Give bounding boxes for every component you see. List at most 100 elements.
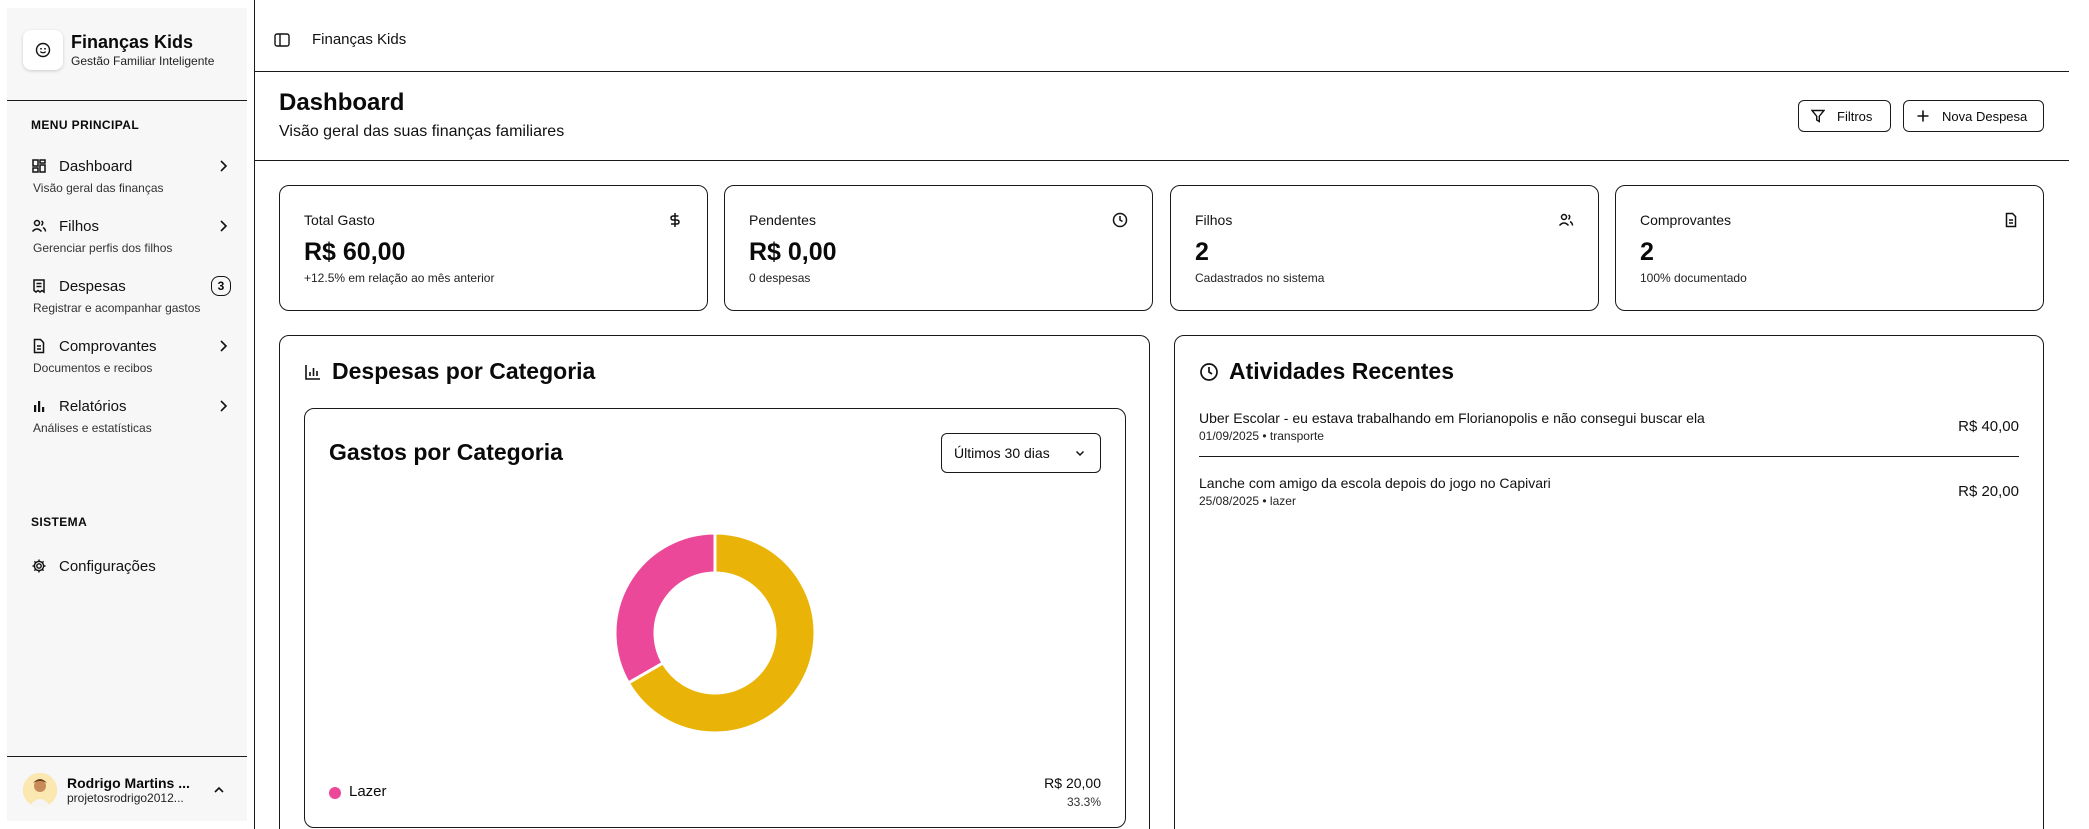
- stat-value: 2: [1640, 238, 1654, 266]
- sidebar-toggle-icon[interactable]: [273, 31, 291, 49]
- donut-slice-lazer[interactable]: [613, 531, 717, 686]
- stat-value: 2: [1195, 238, 1209, 266]
- activity-meta: 01/09/2025 • transporte: [1199, 429, 1324, 443]
- stat-title: Total Gasto: [304, 212, 375, 228]
- sidebar-item-label: Dashboard: [59, 157, 133, 175]
- activity-panel-title-text: Atividades Recentes: [1229, 358, 1454, 384]
- sidebar-item-comprovantes[interactable]: Comprovantes Documentos e recibos: [31, 334, 231, 382]
- category-donut-chart: [613, 531, 817, 735]
- dashboard-icon: [31, 158, 47, 174]
- plus-icon: [1917, 110, 1929, 122]
- file-icon: [31, 338, 47, 354]
- activity-panel-title: Atividades Recentes: [1199, 358, 1454, 385]
- activity-title: Lanche com amigo da escola depois do jog…: [1199, 475, 1551, 491]
- content-border: [254, 0, 255, 829]
- legend-amount: R$ 20,00: [1044, 775, 1101, 791]
- stat-card-filhos: Filhos 2 Cadastrados no sistema: [1170, 185, 1599, 311]
- new-expense-button-label: Nova Despesa: [1942, 108, 2028, 124]
- brand-logo-icon: [23, 30, 63, 70]
- sidebar-item-desc: Visão geral das finanças: [33, 181, 164, 195]
- category-panel: Despesas por Categoria Gastos por Catego…: [279, 335, 1150, 829]
- period-select[interactable]: Últimos 30 dias: [941, 433, 1101, 473]
- filters-button-label: Filtros: [1837, 108, 1873, 124]
- legend-label: Lazer: [349, 783, 387, 800]
- stat-title: Pendentes: [749, 212, 816, 228]
- sidebar: Finanças Kids Gestão Familiar Inteligent…: [7, 8, 247, 821]
- stat-card-comprovantes: Comprovantes 2 100% documentado: [1615, 185, 2044, 311]
- brand-subtitle: Gestão Familiar Inteligente: [71, 54, 215, 68]
- clock-icon: [1200, 362, 1218, 381]
- topbar-divider: [255, 71, 2069, 72]
- activity-title: Uber Escolar - eu estava trabalhando em …: [1199, 410, 1705, 426]
- user-menu[interactable]: Rodrigo Martins ... projetosrodrigo2012.…: [23, 768, 233, 812]
- chevron-down-icon: [1075, 450, 1085, 457]
- receipt-icon: [31, 278, 47, 294]
- clock-icon: [1112, 212, 1128, 228]
- stat-sub: 100% documentado: [1640, 271, 1747, 285]
- stat-value: R$ 60,00: [304, 238, 406, 266]
- activity-item[interactable]: Uber Escolar - eu estava trabalhando em …: [1199, 410, 2019, 466]
- new-expense-button[interactable]: Nova Despesa: [1903, 100, 2044, 132]
- sidebar-divider: [7, 756, 247, 757]
- activity-amount: R$ 20,00: [1958, 483, 2019, 500]
- sidebar-item-relatorios[interactable]: Relatórios Análises e estatísticas: [31, 394, 231, 442]
- legend-swatch: [329, 787, 341, 799]
- users-icon: [1558, 213, 1574, 227]
- stat-sub: Cadastrados no sistema: [1195, 271, 1325, 285]
- sidebar-item-desc: Registrar e acompanhar gastos: [33, 301, 201, 315]
- filters-button[interactable]: Filtros: [1798, 100, 1891, 132]
- stat-value: R$ 0,00: [749, 238, 837, 266]
- page-title: Dashboard: [279, 89, 405, 116]
- category-panel-title: Despesas por Categoria: [304, 358, 595, 385]
- stat-card-pendentes: Pendentes R$ 0,00 0 despesas: [724, 185, 1153, 311]
- sidebar-item-desc: Análises e estatísticas: [33, 421, 152, 435]
- activity-divider: [1199, 456, 2019, 457]
- sidebar-item-despesas[interactable]: Despesas Registrar e acompanhar gastos 3: [31, 274, 231, 322]
- brand[interactable]: Finanças Kids Gestão Familiar Inteligent…: [23, 30, 214, 70]
- stat-sub: 0 despesas: [749, 271, 811, 285]
- gear-icon: [31, 558, 47, 574]
- chevron-right-icon: [220, 400, 228, 412]
- avatar: [23, 773, 57, 807]
- filter-icon: [1811, 109, 1825, 123]
- chevron-right-icon: [220, 220, 228, 232]
- user-email: projetosrodrigo2012...: [67, 791, 184, 805]
- stat-title: Comprovantes: [1640, 212, 1732, 228]
- section-system-heading: SISTEMA: [31, 515, 88, 529]
- sidebar-item-configuracoes[interactable]: Configurações: [31, 554, 231, 578]
- topbar-title: Finanças Kids: [312, 31, 407, 48]
- period-select-value: Últimos 30 dias: [954, 445, 1050, 461]
- activity-amount: R$ 40,00: [1958, 418, 2019, 435]
- page-subtitle: Visão geral das suas finanças familiares: [279, 123, 565, 140]
- stat-sub: +12.5% em relação ao mês anterior: [304, 271, 495, 285]
- section-main-heading: MENU PRINCIPAL: [31, 118, 140, 132]
- sidebar-item-label: Configurações: [59, 557, 156, 575]
- sidebar-divider: [7, 100, 247, 101]
- document-icon: [2005, 212, 2017, 228]
- sidebar-item-label: Comprovantes: [59, 337, 157, 355]
- activity-item[interactable]: Lanche com amigo da escola depois do jog…: [1199, 475, 2019, 531]
- chevron-right-icon: [220, 340, 228, 352]
- count-badge: 3: [211, 276, 231, 296]
- sidebar-item-desc: Gerenciar perfis dos filhos: [33, 241, 173, 255]
- sidebar-item-label: Despesas: [59, 277, 126, 295]
- header-divider: [255, 160, 2069, 161]
- dollar-icon: [670, 213, 680, 227]
- legend-row: Lazer R$ 20,00 33.3%: [329, 773, 1101, 813]
- sidebar-item-filhos[interactable]: Filhos Gerenciar perfis dos filhos: [31, 214, 231, 262]
- legend-percent: 33.3%: [1066, 795, 1101, 809]
- chart-title: Gastos por Categoria: [329, 439, 563, 465]
- users-icon: [31, 218, 47, 234]
- chevron-up-icon: [214, 786, 224, 793]
- activity-meta: 25/08/2025 • lazer: [1199, 494, 1296, 508]
- bar-chart-icon: [305, 364, 320, 380]
- chevron-right-icon: [220, 160, 228, 172]
- category-panel-title-text: Despesas por Categoria: [332, 358, 596, 384]
- sidebar-item-label: Filhos: [59, 217, 100, 235]
- sidebar-item-dashboard[interactable]: Dashboard Visão geral das finanças: [31, 154, 231, 202]
- activity-panel: Atividades Recentes Uber Escolar - eu es…: [1174, 335, 2044, 829]
- brand-title: Finanças Kids: [71, 32, 194, 52]
- sidebar-item-label: Relatórios: [59, 397, 127, 415]
- category-chart-card: Gastos por Categoria Últimos 30 dias Laz…: [304, 408, 1126, 828]
- sidebar-item-desc: Documentos e recibos: [33, 361, 153, 375]
